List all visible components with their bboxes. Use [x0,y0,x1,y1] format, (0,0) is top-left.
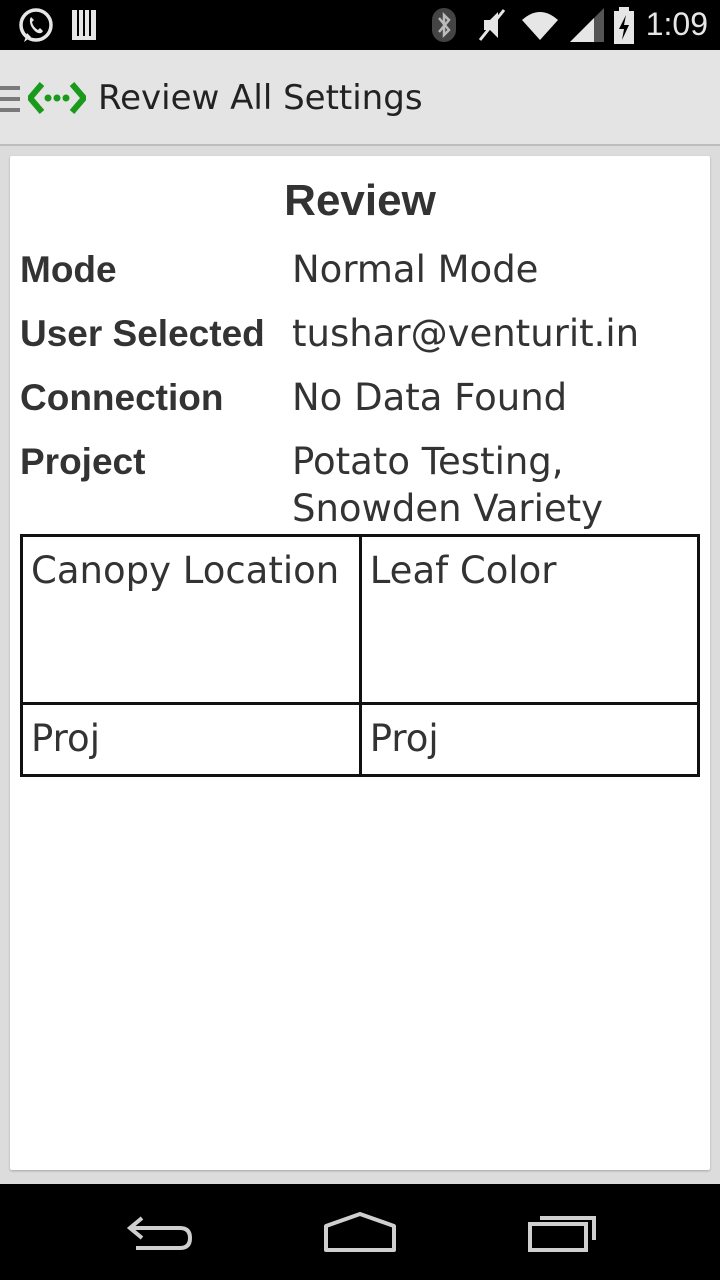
bluetooth-icon [432,8,456,42]
status-time: 1:09 [645,6,708,42]
menu-icon[interactable] [0,86,20,112]
connection-label: Connection [20,377,224,418]
table-cell: Proj [20,702,362,777]
signal-icon [570,8,604,42]
user-selected-label: User Selected [20,313,265,354]
back-icon[interactable] [124,1210,196,1254]
project-value: Potato Testing, Snowden Variety [292,440,604,530]
recent-apps-icon[interactable] [524,1210,600,1254]
connection-value: No Data Found [292,376,568,419]
table-header-row: Canopy Location Leaf Color [20,534,701,705]
wifi-icon [522,12,558,40]
action-bar: Review All Settings [0,50,720,146]
action-bar-title: Review All Settings [98,78,423,118]
table-header-cell: Leaf Color [358,534,701,705]
settings-table: Canopy Location Leaf Color Proj Proj [20,534,701,777]
home-icon[interactable] [322,1210,398,1254]
status-bar: 1:09 [0,0,720,50]
table-row: Proj Proj [20,702,701,777]
review-card: Review Mode Normal Mode User Selected tu… [10,156,710,1170]
user-selected-value: tushar@venturit.in [292,312,640,355]
whatsapp-icon [19,8,53,42]
project-label: Project [20,441,146,482]
mute-icon [478,9,506,41]
table-header-cell: Canopy Location [20,534,362,705]
mode-value: Normal Mode [292,248,539,291]
storage-icon [72,10,96,40]
table-cell: Proj [358,702,701,777]
review-heading: Review [284,176,436,225]
app-logo-icon[interactable] [28,80,86,116]
navigation-bar [0,1184,720,1280]
battery-icon [614,7,634,44]
mode-label: Mode [20,249,117,290]
